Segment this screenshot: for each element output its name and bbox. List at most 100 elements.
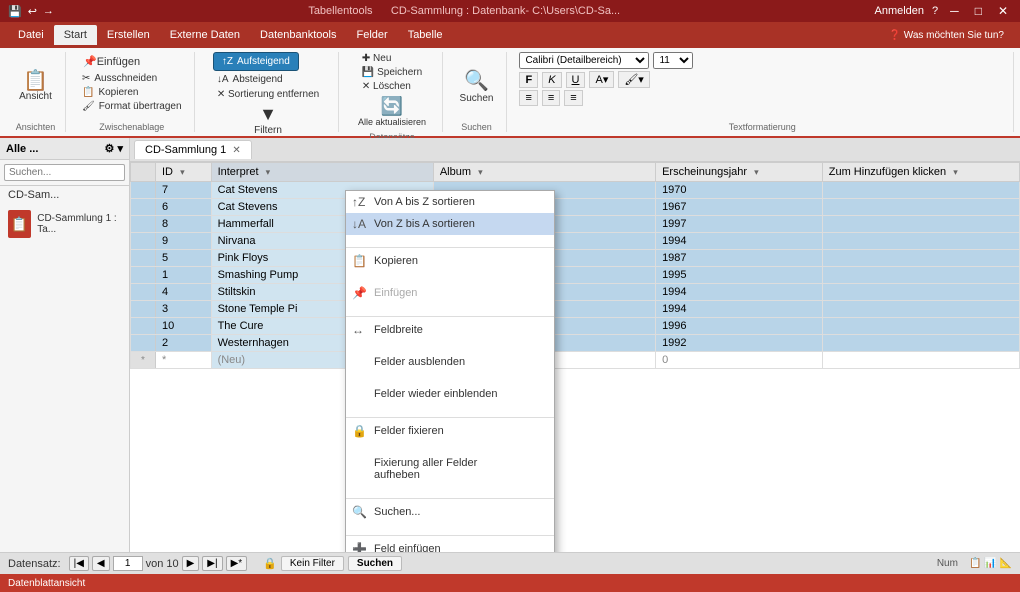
ctx-item-icon: ↑Z (352, 195, 365, 209)
ctx-item-icon: ➕ (352, 542, 367, 552)
context-menu-item[interactable] (346, 486, 554, 496)
alle-aktualisieren-button[interactable]: 🔄 Alle aktualisieren (353, 93, 431, 130)
table-area: CD-Sammlung 1 ✕ ID ▾ Interpret ▾ (130, 138, 1020, 552)
nav-next-button[interactable]: ▶ (182, 556, 200, 571)
context-menu-item[interactable]: 🔒Felder fixieren (346, 420, 554, 442)
tab-tabelle[interactable]: Tabelle (398, 25, 453, 45)
col-add-header[interactable]: Zum Hinzufügen klicken ▾ (822, 163, 1019, 182)
context-menu-item[interactable] (346, 523, 554, 533)
context-menu-item[interactable]: Felder ausblenden (346, 351, 554, 373)
table-row[interactable]: 8Hammerfall1997 (131, 216, 1020, 233)
context-menu-item[interactable] (346, 341, 554, 351)
tab-erstellen[interactable]: Erstellen (97, 25, 160, 45)
filtern-button[interactable]: ▼ Filtern (249, 101, 287, 139)
ansicht-button[interactable]: 📋 Ansicht (14, 68, 57, 105)
context-menu-item[interactable]: ↓AVon Z bis A sortieren (346, 213, 554, 235)
tab-externe-daten[interactable]: Externe Daten (160, 25, 250, 45)
nav-first-button[interactable]: |◀ (69, 556, 89, 571)
italic-button[interactable]: K (542, 72, 561, 88)
context-menu-item[interactable] (346, 235, 554, 245)
save-icon[interactable]: 💾 (8, 5, 22, 18)
col-id-header[interactable]: ID ▾ (156, 163, 212, 182)
user-label[interactable]: Anmelden (875, 5, 925, 17)
table-row[interactable]: 7Cat Stevens1970 (131, 182, 1020, 199)
context-menu-item[interactable]: ↑ZVon A bis Z sortieren (346, 191, 554, 213)
table-row[interactable]: 1Smashing Pumpnite Sa1995 (131, 267, 1020, 284)
context-menu-item[interactable]: ↔Feldbreite (346, 319, 554, 341)
table-tab-main[interactable]: CD-Sammlung 1 ✕ (134, 140, 252, 159)
table-row[interactable]: 6Cat Stevens1967 (131, 199, 1020, 216)
context-menu-item[interactable]: Felder wieder einblenden (346, 383, 554, 405)
highlight-icon[interactable]: 🖌▾ (618, 71, 650, 88)
text-color-icon[interactable]: A▾ (589, 71, 614, 88)
nav-current-input[interactable] (113, 556, 143, 571)
col-album-header[interactable]: Album ▾ (433, 163, 655, 182)
aufsteigend-button[interactable]: ↑Z Aufsteigend (213, 52, 299, 71)
context-menu-item[interactable] (346, 373, 554, 383)
nav-header-icons[interactable]: ⚙ ▾ (105, 142, 123, 155)
nav-search-input[interactable] (4, 164, 125, 181)
maximize-button[interactable]: □ (971, 4, 986, 18)
view-icons[interactable]: 📋 📊 📐 (969, 558, 1012, 569)
context-menu-item[interactable]: Fixierung aller Felder aufheben (346, 452, 554, 486)
tab-felder[interactable]: Felder (347, 25, 398, 45)
table-row[interactable]: 5Pink FloysSeason1987 (131, 250, 1020, 267)
tab-start[interactable]: Start (54, 25, 97, 45)
font-select[interactable]: Calibri (Detailbereich) (519, 52, 649, 69)
table-row[interactable]: 2Westernhagen1992 (131, 335, 1020, 352)
minimize-button[interactable]: ─ (946, 4, 963, 18)
context-menu-item[interactable] (346, 442, 554, 452)
tab-datei[interactable]: Datei (8, 25, 54, 45)
align-right-button[interactable]: ≡ (564, 90, 582, 106)
suchen-button[interactable]: 🔍 Suchen (455, 65, 499, 107)
kopieren-button[interactable]: 📋 Kopieren (78, 86, 142, 99)
format-button[interactable]: 🖌 Format übertragen (78, 100, 186, 113)
neu-button[interactable]: ✚ Neu (358, 52, 396, 65)
search-button[interactable]: Suchen (348, 556, 402, 571)
help-btn[interactable]: ? (932, 5, 938, 17)
redo-icon[interactable]: → (43, 5, 54, 17)
table-row[interactable]: **(Neu)0 (131, 352, 1020, 369)
ctx-item-label: Einfügen (374, 287, 417, 299)
context-menu-item[interactable]: ➕Feld einfügen (346, 538, 554, 552)
loeschen-button[interactable]: ✕ Löschen (358, 80, 415, 93)
table-row[interactable]: 3Stone Temple Pi1994 (131, 301, 1020, 318)
nav-db-item[interactable]: 📋 CD-Sammlung 1 : Ta... (0, 204, 129, 244)
ribbon-tabs: Datei Start Erstellen Externe Daten Date… (0, 22, 1020, 48)
ribbon-group-datensaetze: ✚ Neu 💾 Speichern ✕ Löschen 🔄 Alle aktua… (343, 52, 443, 132)
undo-icon[interactable]: ↩ (28, 5, 37, 18)
ausschneiden-button[interactable]: ✂ Ausschneiden (78, 72, 161, 85)
nav-last-button[interactable]: ▶| (202, 556, 222, 571)
context-menu-item[interactable]: 📋Kopieren (346, 250, 554, 272)
table-tab-close[interactable]: ✕ (232, 145, 240, 156)
cell-add (822, 335, 1019, 352)
table-row[interactable]: 10The Cure1996 (131, 318, 1020, 335)
filter-button[interactable]: Kein Filter (281, 556, 344, 571)
title-bar-left: 💾 ↩ → (8, 5, 54, 18)
einfuegen-button[interactable]: 📌 Einfügen (78, 52, 145, 71)
table-row[interactable]: 4Stiltskin1994 (131, 284, 1020, 301)
zwischenablage-label: Zwischenablage (99, 120, 164, 132)
close-button[interactable]: ✕ (994, 4, 1012, 18)
context-menu-item[interactable]: 🔍Suchen... (346, 501, 554, 523)
nav-prev-button[interactable]: ◀ (92, 556, 110, 571)
ctx-item-label: Fixierung aller Felder aufheben (374, 457, 526, 481)
bold-button[interactable]: F (519, 72, 538, 88)
table-row[interactable]: 9Nirvana1994 (131, 233, 1020, 250)
speichern-button[interactable]: 💾 Speichern (358, 66, 426, 79)
nav-db-icon: 📋 (8, 210, 31, 238)
align-left-button[interactable]: ≡ (519, 90, 537, 106)
tab-datenbanktools[interactable]: Datenbanktools (250, 25, 346, 45)
col-year-header[interactable]: Erscheinungsjahr ▾ (656, 163, 823, 182)
context-menu-item[interactable] (346, 304, 554, 314)
absteigend-button[interactable]: ↓A Absteigend (213, 73, 287, 86)
col-interpret-header[interactable]: Interpret ▾ (211, 163, 433, 182)
context-menu-item[interactable] (346, 272, 554, 282)
context-menu-item[interactable] (346, 405, 554, 415)
cell-year: 1996 (656, 318, 823, 335)
align-center-button[interactable]: ≡ (542, 90, 560, 106)
underline-button[interactable]: U (566, 72, 586, 88)
font-size-select[interactable]: 11 (653, 52, 693, 69)
nav-new-button[interactable]: ▶* (226, 556, 248, 571)
sortierung-entfernen-button[interactable]: ✕ Sortierung entfernen (213, 88, 323, 101)
